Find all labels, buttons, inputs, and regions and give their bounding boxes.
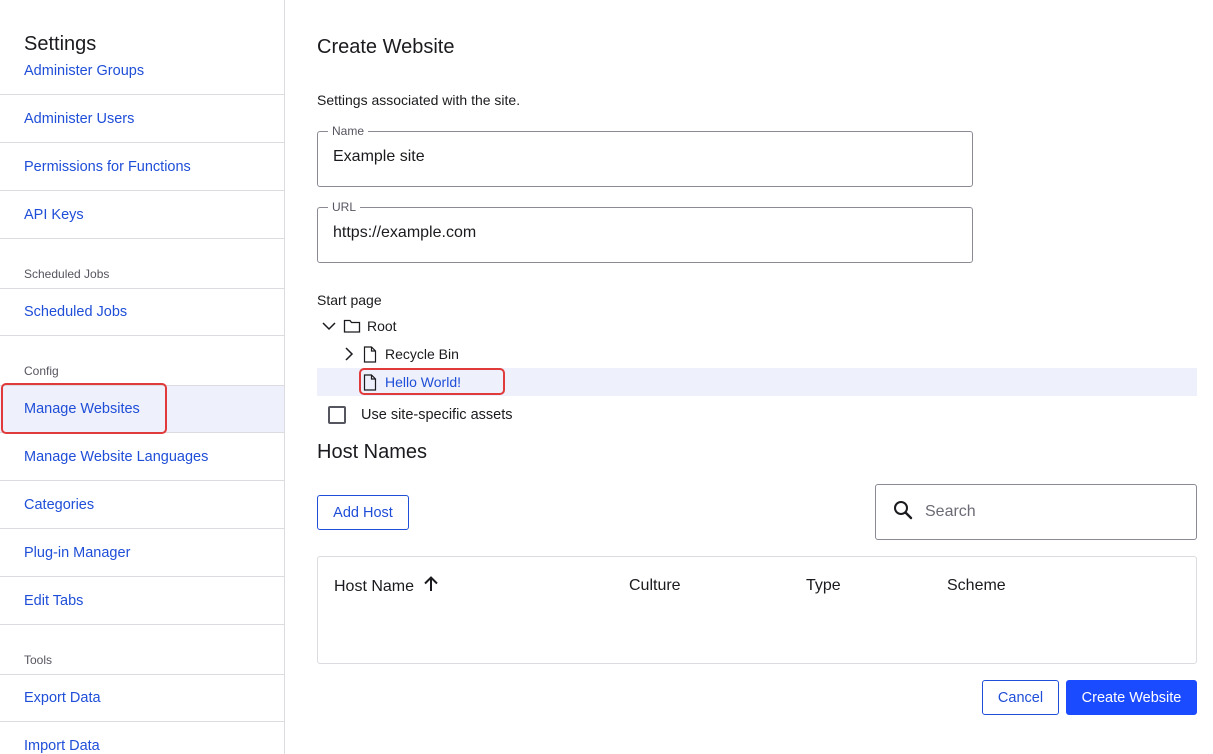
create-website-button[interactable]: Create Website — [1066, 680, 1197, 715]
sidebar-item-administer-users[interactable]: Administer Users — [0, 95, 284, 143]
url-field-label: URL — [328, 200, 361, 214]
column-header-host-name[interactable]: Host Name — [334, 575, 440, 598]
sidebar-item-administer-groups[interactable]: Administer Groups — [0, 47, 284, 95]
section-description: Settings associated with the site. — [317, 92, 521, 108]
tree-node-root[interactable]: Root — [317, 312, 1197, 340]
host-search-field[interactable] — [875, 484, 1197, 540]
sidebar-item-permissions[interactable]: Permissions for Functions — [0, 143, 284, 191]
sidebar-item-label: Manage Website Languages — [24, 448, 209, 465]
sidebar-item-label: Administer Groups — [24, 62, 145, 79]
host-names-title: Host Names — [317, 441, 428, 463]
sidebar-item-label: Categories — [24, 496, 95, 513]
column-header-label: Host Name — [334, 577, 415, 595]
tree-node-label: Root — [367, 318, 397, 334]
cancel-button[interactable]: Cancel — [982, 680, 1059, 715]
search-input[interactable] — [925, 503, 1175, 521]
url-field[interactable]: URL — [317, 200, 973, 263]
sidebar-item-categories[interactable]: Categories — [0, 481, 284, 529]
sidebar-item-edit-tabs[interactable]: Edit Tabs — [0, 577, 284, 625]
chevron-right-icon[interactable] — [343, 346, 355, 362]
sidebar-item-label: Edit Tabs — [24, 592, 84, 609]
sidebar-section-tools: Tools — [24, 653, 53, 667]
sidebar-section-config: Config — [24, 364, 59, 378]
create-website-panel: Create Website Settings associated with … — [285, 0, 1213, 754]
sidebar-item-label: Manage Websites — [24, 401, 140, 417]
sidebar-item-export-data[interactable]: Export Data — [0, 674, 284, 722]
sidebar-item-label: Permissions for Functions — [24, 158, 191, 175]
tree-node-hello-world[interactable]: Hello World! — [317, 368, 1197, 396]
column-header-type[interactable]: Type — [806, 577, 841, 595]
name-input[interactable] — [333, 148, 953, 166]
sidebar-item-manage-websites[interactable]: Manage Websites — [0, 385, 284, 433]
document-icon — [363, 345, 377, 363]
sidebar-item-label: API Keys — [24, 206, 84, 223]
sidebar-item-manage-website-languages[interactable]: Manage Website Languages — [0, 433, 284, 481]
sidebar-item-label: Administer Users — [24, 110, 135, 127]
url-input[interactable] — [333, 224, 953, 242]
add-host-button[interactable]: Add Host — [317, 495, 409, 530]
folder-icon — [343, 318, 361, 334]
name-field-label: Name — [328, 124, 369, 138]
search-icon — [893, 500, 913, 525]
sidebar-item-label: Scheduled Jobs — [24, 304, 128, 320]
start-page-label: Start page — [317, 292, 382, 308]
tree-node-recycle-bin[interactable]: Recycle Bin — [317, 340, 1197, 368]
document-icon — [363, 373, 377, 391]
sidebar-item-api-keys[interactable]: API Keys — [0, 191, 284, 239]
page-title: Create Website — [317, 36, 455, 58]
sidebar-item-label: Import Data — [24, 738, 100, 754]
sidebar-item-label: Export Data — [24, 690, 101, 706]
sidebar-item-label: Plug-in Manager — [24, 544, 131, 561]
column-header-scheme[interactable]: Scheme — [947, 577, 1006, 595]
tree-node-label: Recycle Bin — [385, 346, 459, 362]
sidebar-item-import-data[interactable]: Import Data — [0, 722, 284, 754]
site-assets-label: Use site-specific assets — [361, 407, 513, 423]
sidebar-item-plugin-manager[interactable]: Plug-in Manager — [0, 529, 284, 577]
tree-node-label: Hello World! — [385, 374, 461, 390]
settings-sidebar: Settings Administer Groups Administer Us… — [0, 0, 285, 754]
column-header-culture[interactable]: Culture — [629, 577, 681, 595]
site-assets-option[interactable]: Use site-specific assets — [328, 406, 513, 424]
site-assets-checkbox[interactable] — [328, 406, 346, 424]
host-names-table: Host Name Culture Type Scheme — [317, 556, 1197, 664]
sidebar-item-scheduled-jobs[interactable]: Scheduled Jobs — [0, 288, 284, 336]
name-field[interactable]: Name — [317, 124, 973, 187]
sidebar-section-scheduled-jobs: Scheduled Jobs — [24, 267, 110, 281]
chevron-down-icon[interactable] — [321, 318, 337, 334]
sort-ascending-icon[interactable] — [422, 575, 440, 598]
